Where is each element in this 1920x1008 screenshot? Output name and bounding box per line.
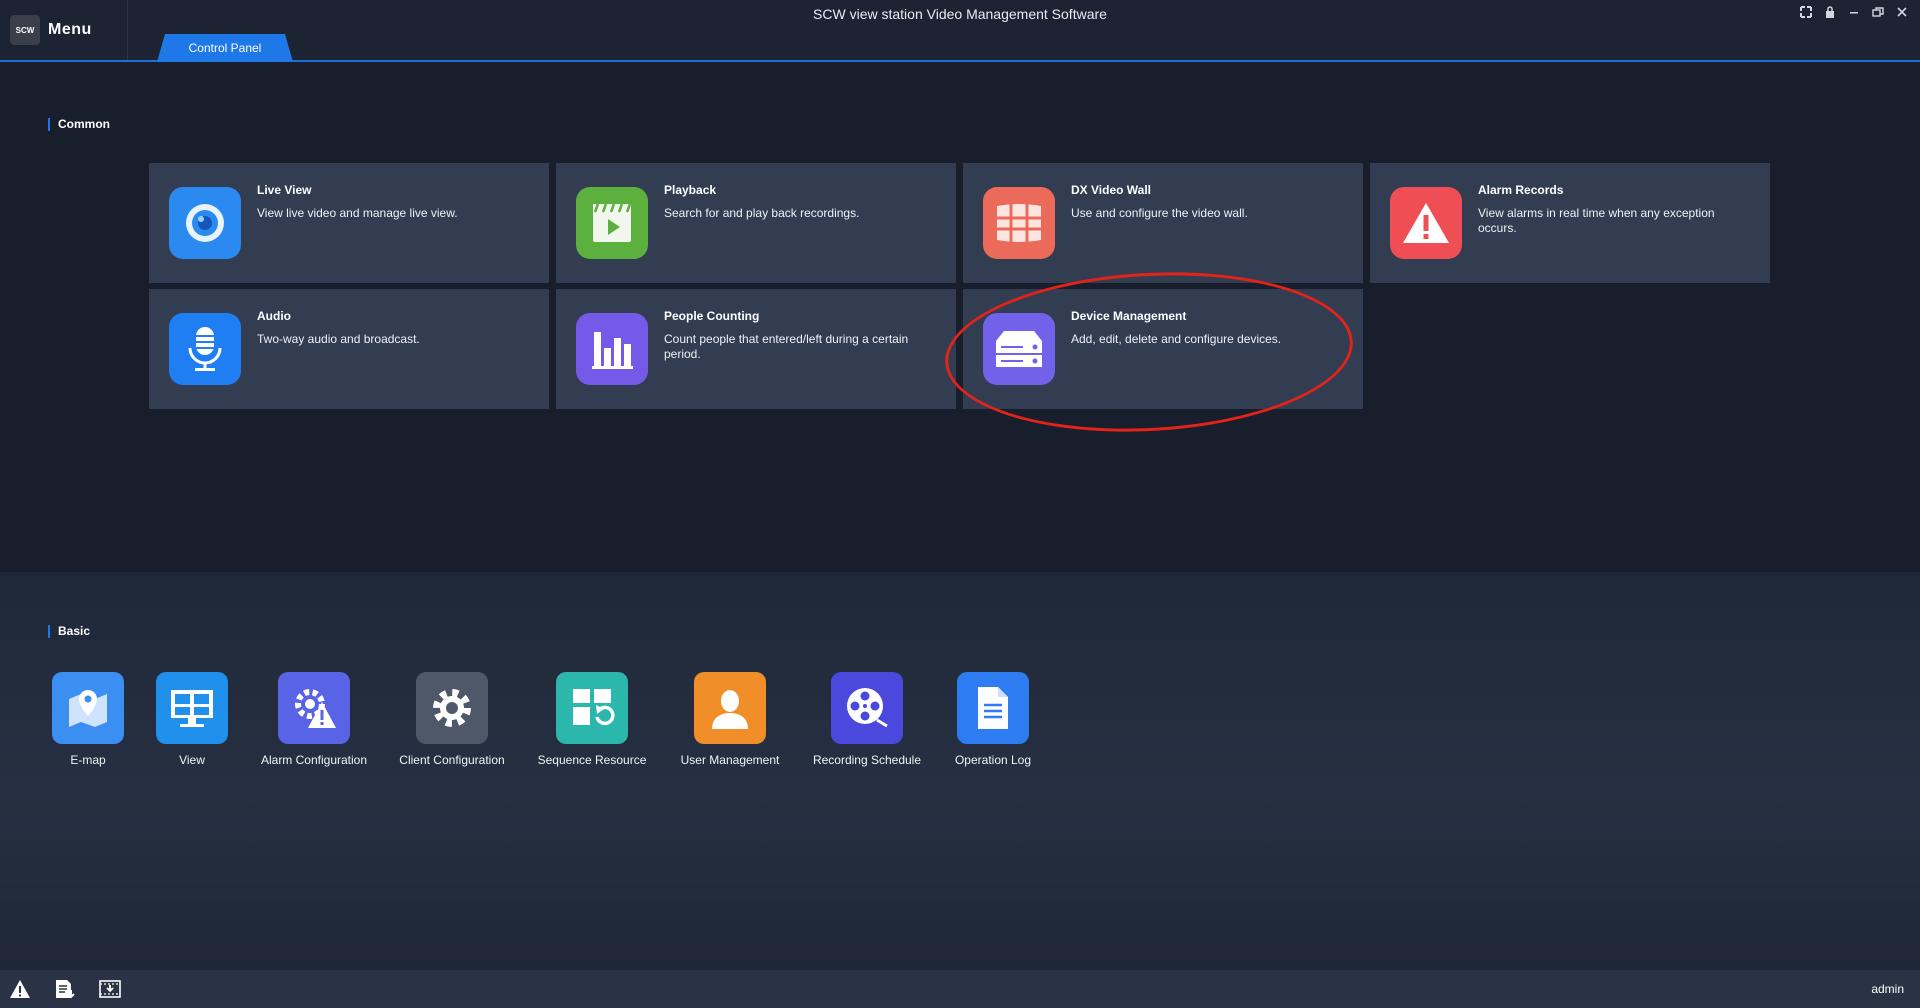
tool-label: Recording Schedule [812,753,922,767]
tool-label: E-map [70,753,106,767]
card-title: Playback [664,183,717,197]
download-icon[interactable] [99,979,121,999]
tool-label: User Management [680,753,780,767]
bar-chart-icon [576,313,648,385]
microphone-icon [169,313,241,385]
current-user[interactable]: admin [1871,982,1904,996]
card-playback[interactable]: Playback Search for and play back record… [556,163,956,283]
status-bar: admin [0,970,1920,1008]
card-alarm-records[interactable]: Alarm Records View alarms in real time w… [1370,163,1770,283]
card-people-counting[interactable]: People Counting Count people that entere… [556,289,956,409]
card-desc: Use and configure the video wall. [1071,206,1248,220]
user-icon [694,672,766,744]
device-icon [983,313,1055,385]
alarm-config-icon [278,672,350,744]
tool-label: Operation Log [954,753,1032,767]
tool-operation-log[interactable]: Operation Log [928,672,1058,767]
film-reel-icon [831,672,903,744]
card-desc: Two-way audio and broadcast. [257,332,420,346]
common-section: Common Live View View live video and man… [0,62,1920,572]
card-device-management[interactable]: Device Management Add, edit, delete and … [963,289,1363,409]
tool-client-configuration[interactable]: Client Configuration [387,672,517,767]
restore-icon[interactable] [1870,6,1886,21]
alarm-icon [1390,187,1462,259]
section-title-common: Common [48,118,110,131]
tool-label: Sequence Resource [537,753,647,767]
tool-user-management[interactable]: User Management [665,672,795,767]
tool-alarm-configuration[interactable]: Alarm Configuration [249,672,379,767]
card-title: Device Management [1071,309,1187,323]
map-pin-icon [52,672,124,744]
tool-label: Client Configuration [399,753,505,767]
title-bar: SCW Menu SCW view station Video Manageme… [0,0,1920,62]
fullscreen-icon[interactable] [1798,6,1814,21]
card-title: DX Video Wall [1071,183,1152,197]
playback-icon [576,187,648,259]
card-dx-video-wall[interactable]: DX Video Wall Use and configure the vide… [963,163,1363,283]
tool-label: Alarm Configuration [260,753,368,767]
minimize-icon[interactable] [1846,6,1862,21]
app-title: SCW view station Video Management Softwa… [813,6,1107,22]
card-live-view[interactable]: Live View View live video and manage liv… [149,163,549,283]
window-controls [1798,6,1910,21]
card-desc: Add, edit, delete and configure devices. [1071,332,1282,346]
tool-view[interactable]: View [127,672,257,767]
tool-recording-schedule[interactable]: Recording Schedule [802,672,932,767]
section-title-basic: Basic [48,625,90,638]
card-title: Live View [257,183,312,197]
basic-section: Basic E-map View Alarm Configuration Cli… [0,572,1920,970]
tool-sequence-resource[interactable]: Sequence Resource [527,672,657,767]
live-view-icon [169,187,241,259]
warning-icon[interactable] [9,979,31,999]
sequence-icon [556,672,628,744]
card-title: Audio [257,309,291,323]
monitor-icon [156,672,228,744]
menu-label: Menu [48,21,92,38]
video-wall-icon [983,187,1055,259]
card-desc: View live video and manage live view. [257,206,458,220]
card-audio[interactable]: Audio Two-way audio and broadcast. [149,289,549,409]
gear-icon [416,672,488,744]
close-icon[interactable] [1894,6,1910,21]
card-title: People Counting [664,309,760,323]
lock-icon[interactable] [1822,6,1838,21]
card-desc: Search for and play back recordings. [664,206,860,220]
log-export-icon[interactable] [54,979,76,999]
document-icon [957,672,1029,744]
tool-label: View [179,753,205,767]
card-title: Alarm Records [1478,183,1564,197]
card-desc: Count people that entered/left during a … [664,332,909,361]
tab-control-panel[interactable]: Control Panel [157,34,293,62]
card-desc: View alarms in real time when any except… [1478,206,1715,235]
